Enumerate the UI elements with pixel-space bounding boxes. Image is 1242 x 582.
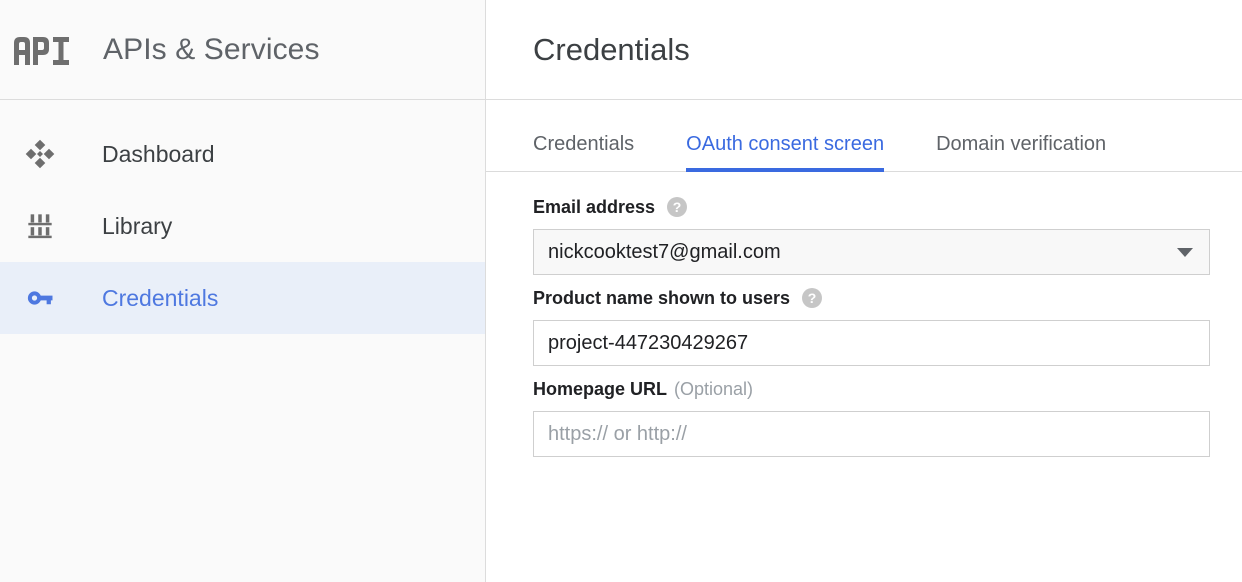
tab-bar: Credentials OAuth consent screen Domain … <box>486 100 1242 172</box>
field-product-name: Product name shown to users ? project-44… <box>533 287 1242 366</box>
field-email-address: Email address ? nickcooktest7@gmail.com <box>533 196 1242 275</box>
email-address-label: Email address <box>533 198 655 216</box>
oauth-consent-form: Email address ? nickcooktest7@gmail.com <box>486 172 1242 457</box>
sidebar: APIs & Services Dashboard <box>0 0 486 582</box>
sidebar-nav: Dashboard <box>0 100 485 334</box>
chevron-down-icon <box>1177 248 1193 257</box>
page-header: Credentials <box>486 0 1242 100</box>
product-name-label: Product name shown to users <box>533 289 790 307</box>
help-icon[interactable]: ? <box>801 287 823 309</box>
tab-domain-verification[interactable]: Domain verification <box>936 134 1106 171</box>
field-label-row: Email address ? <box>533 196 1242 218</box>
tab-oauth-consent-screen[interactable]: OAuth consent screen <box>686 134 884 171</box>
field-label-row: Homepage URL (Optional) <box>533 378 1242 400</box>
help-icon[interactable]: ? <box>666 196 688 218</box>
svg-text:?: ? <box>808 290 817 306</box>
sidebar-item-label: Credentials <box>102 287 218 310</box>
sidebar-item-label: Library <box>102 215 172 238</box>
sidebar-item-library[interactable]: Library <box>0 190 485 262</box>
email-address-select[interactable]: nickcooktest7@gmail.com <box>533 229 1210 275</box>
homepage-url-input[interactable]: https:// or http:// <box>533 411 1210 457</box>
credentials-page: APIs & Services Dashboard <box>0 0 1242 582</box>
homepage-url-placeholder: https:// or http:// <box>548 424 687 444</box>
tab-credentials[interactable]: Credentials <box>533 134 634 171</box>
sidebar-item-dashboard[interactable]: Dashboard <box>0 118 485 190</box>
product-name-input[interactable]: project-447230429267 <box>533 320 1210 366</box>
homepage-url-optional-tag: (Optional) <box>674 380 753 398</box>
homepage-url-label: Homepage URL <box>533 380 667 398</box>
svg-text:?: ? <box>673 199 682 215</box>
page-title: Credentials <box>533 34 690 65</box>
key-icon <box>18 283 62 313</box>
email-address-value: nickcooktest7@gmail.com <box>548 242 781 262</box>
api-logo-icon <box>10 30 74 70</box>
sidebar-item-label: Dashboard <box>102 143 215 166</box>
dashboard-icon <box>18 139 62 169</box>
field-homepage-url: Homepage URL (Optional) https:// or http… <box>533 378 1242 457</box>
field-label-row: Product name shown to users ? <box>533 287 1242 309</box>
brand-title: APIs & Services <box>103 35 320 65</box>
main-content: Credentials Credentials OAuth consent sc… <box>486 0 1242 582</box>
sidebar-item-credentials[interactable]: Credentials <box>0 262 485 334</box>
brand-bar: APIs & Services <box>0 0 485 100</box>
library-icon <box>18 212 62 240</box>
product-name-value: project-447230429267 <box>548 333 748 353</box>
